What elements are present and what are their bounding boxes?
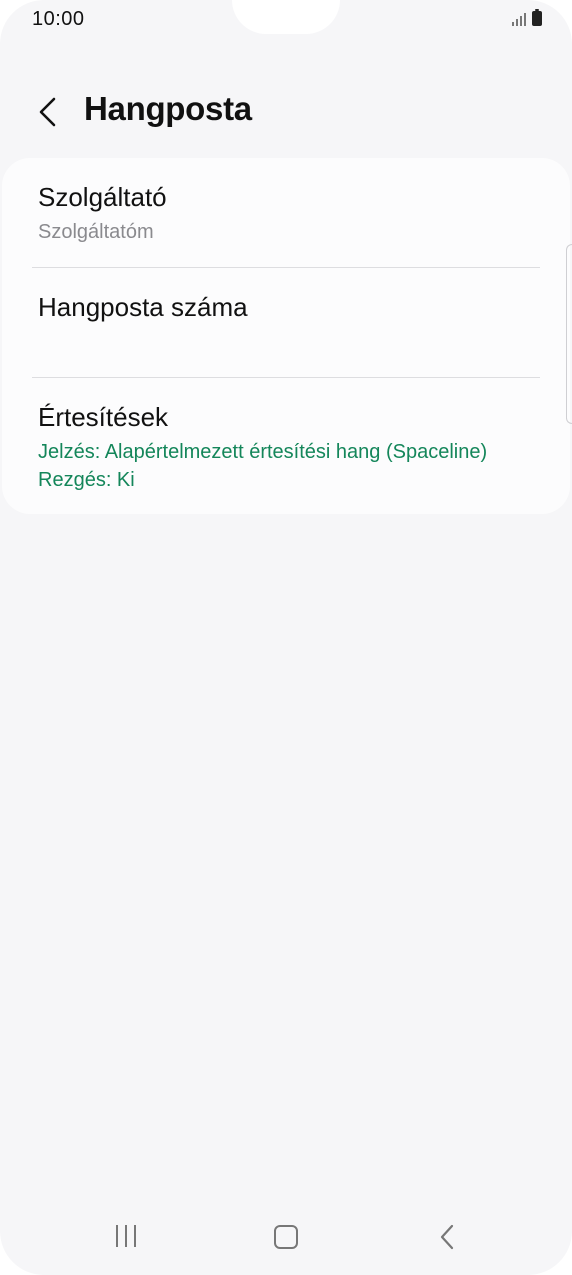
status-bar: 10:00 xyxy=(0,0,572,40)
back-button[interactable] xyxy=(28,88,68,136)
edge-panel-handle[interactable] xyxy=(566,244,572,424)
recent-apps-icon[interactable] xyxy=(108,1219,144,1253)
voicemail-number-setting[interactable]: Hangposta száma xyxy=(32,268,540,378)
notification-vibration-value: Rezgés: Ki xyxy=(38,469,135,491)
phone-screen: 10:00 Hangposta Szolgáltató Szolgáltatóm… xyxy=(0,0,572,1275)
provider-setting[interactable]: Szolgáltató Szolgáltatóm xyxy=(32,158,540,268)
notification-sound-value: Jelzés: Alapértelmezett értesítési hang … xyxy=(38,441,488,463)
home-icon[interactable] xyxy=(270,1221,302,1253)
notifications-title: Értesítések xyxy=(38,402,169,432)
app-header: Hangposta xyxy=(0,82,572,142)
status-time: 10:00 xyxy=(32,8,85,30)
provider-title: Szolgáltató xyxy=(38,182,167,212)
provider-value: Szolgáltatóm xyxy=(38,221,154,243)
status-icons xyxy=(512,9,542,26)
page-title: Hangposta xyxy=(84,90,252,127)
signal-icon xyxy=(512,10,526,26)
battery-icon xyxy=(532,9,542,26)
navigation-bar xyxy=(0,1205,572,1265)
settings-card: Szolgáltató Szolgáltatóm Hangposta száma… xyxy=(2,158,570,514)
notifications-setting[interactable]: Értesítések Jelzés: Alapértelmezett érte… xyxy=(32,378,540,512)
back-icon[interactable] xyxy=(430,1219,464,1255)
voicemail-number-title: Hangposta száma xyxy=(38,292,248,322)
chevron-left-icon xyxy=(39,97,56,127)
